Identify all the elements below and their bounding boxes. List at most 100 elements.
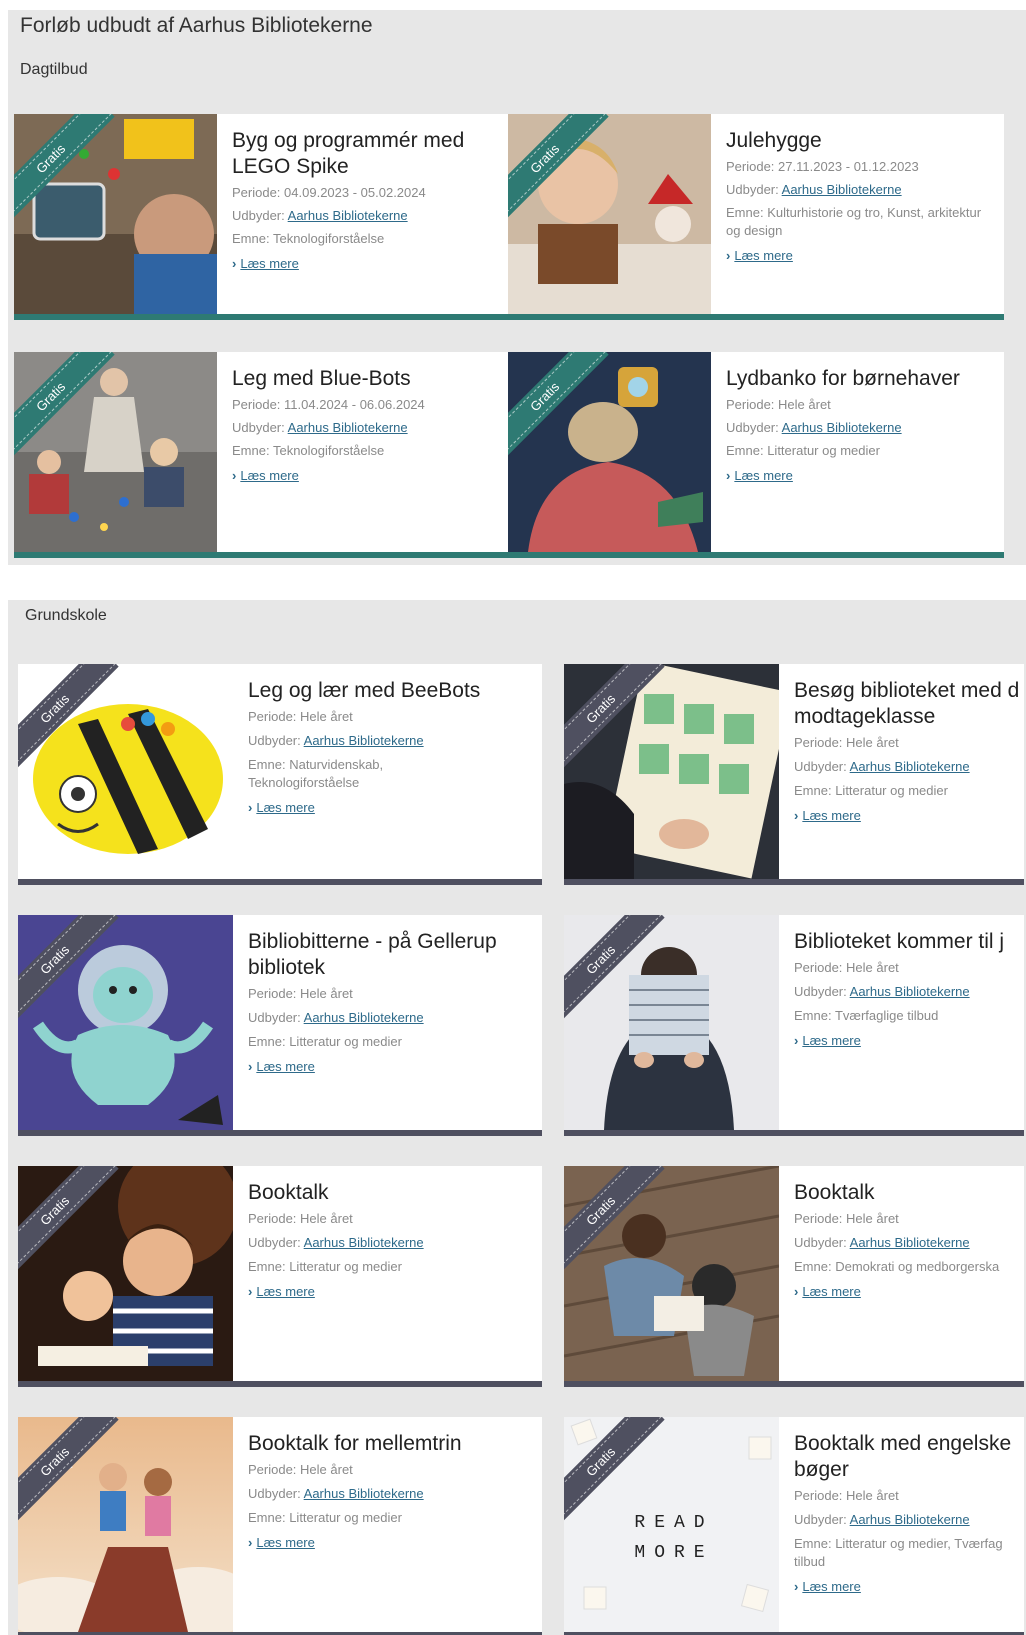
card-accent-bar	[508, 552, 1004, 558]
course-info: Booktalk Periode: Hele året Udbyder: Aar…	[248, 1180, 542, 1299]
course-card[interactable]: READ MORE Gratis Booktalk med engelske b…	[564, 1417, 1024, 1635]
course-meta: Periode: 27.11.2023 - 01.12.2023 Udbyder…	[726, 159, 982, 238]
course-card[interactable]: Gratis Byg og programmér med LEGO Spike …	[14, 114, 510, 320]
card-accent-bar	[564, 879, 1024, 885]
course-periode: 04.09.2023 - 05.02.2024	[284, 185, 426, 200]
chevron-right-icon: ›	[794, 808, 799, 823]
read-more-link[interactable]: Læs mere	[256, 1059, 315, 1074]
course-card[interactable]: Gratis Booktalk for mellemtrin Periode: …	[18, 1417, 542, 1635]
course-title[interactable]: Besøg biblioteket med d modtageklasse	[794, 678, 1024, 730]
read-more-link[interactable]: Læs mere	[240, 468, 299, 483]
chevron-right-icon: ›	[232, 256, 237, 271]
read-more-link[interactable]: Læs mere	[256, 800, 315, 815]
read-more-link[interactable]: Læs mere	[256, 1535, 315, 1550]
read-more-link[interactable]: Læs mere	[734, 468, 793, 483]
section-grundskole: Grundskole Gratis Leg og lær med BeeBots…	[8, 600, 1026, 1635]
course-info: Byg og programmér med LEGO Spike Periode…	[232, 128, 504, 271]
chevron-right-icon: ›	[248, 800, 253, 815]
chevron-right-icon: ›	[248, 1535, 253, 1550]
course-title[interactable]: Byg og programmér med LEGO Spike	[232, 128, 504, 180]
read-more-link[interactable]: Læs mere	[802, 1579, 861, 1594]
section-dagtilbud: Forløb udbudt af Aarhus Bibliotekerne Da…	[8, 10, 1026, 565]
udbyder-link[interactable]: Aarhus Bibliotekerne	[850, 1235, 970, 1250]
course-image: Gratis	[564, 915, 779, 1130]
course-card[interactable]: Gratis Julehygge Periode: 27.11.2023 - 0…	[508, 114, 1004, 320]
udbyder-link[interactable]: Aarhus Bibliotekerne	[850, 984, 970, 999]
course-info: Leg med Blue-Bots Periode: 11.04.2024 - …	[232, 366, 504, 483]
card-accent-bar	[508, 314, 1004, 320]
course-image: Gratis	[508, 114, 711, 314]
udbyder-link[interactable]: Aarhus Bibliotekerne	[782, 420, 902, 435]
course-meta: Periode: Hele året Udbyder: Aarhus Bibli…	[248, 1462, 424, 1525]
chevron-right-icon: ›	[248, 1284, 253, 1299]
course-card[interactable]: Gratis Booktalk Periode: Hele året Udbyd…	[18, 1166, 542, 1387]
course-image: READ MORE Gratis	[564, 1417, 779, 1632]
course-image: Gratis	[14, 352, 217, 552]
udbyder-link[interactable]: Aarhus Bibliotekerne	[304, 1235, 424, 1250]
course-title[interactable]: Leg og lær med BeeBots	[248, 678, 542, 704]
course-card[interactable]: Gratis Leg med Blue-Bots Periode: 11.04.…	[14, 352, 510, 558]
course-emne: Teknologiforståelse	[272, 231, 385, 246]
course-title[interactable]: Booktalk for mellemtrin	[248, 1431, 542, 1457]
page-title: Forløb udbudt af Aarhus Bibliotekerne	[20, 14, 373, 37]
course-title[interactable]: Booktalk	[794, 1180, 1024, 1206]
card-accent-bar	[18, 1381, 542, 1387]
course-info: Booktalk for mellemtrin Periode: Hele år…	[248, 1431, 542, 1550]
udbyder-link[interactable]: Aarhus Bibliotekerne	[304, 1486, 424, 1501]
read-more-link[interactable]: Læs mere	[802, 808, 861, 823]
chevron-right-icon: ›	[794, 1579, 799, 1594]
course-meta: Periode: 04.09.2023 - 05.02.2024 Udbyder…	[232, 185, 426, 246]
udbyder-link[interactable]: Aarhus Bibliotekerne	[304, 733, 424, 748]
course-info: Leg og lær med BeeBots Periode: Hele åre…	[248, 678, 542, 815]
chevron-right-icon: ›	[794, 1033, 799, 1048]
course-info: Bibliobitterne - på Gellerup bibliotek P…	[248, 929, 542, 1074]
section-label: Grundskole	[25, 607, 107, 624]
course-image: Gratis	[18, 1166, 233, 1381]
chevron-right-icon: ›	[726, 248, 731, 263]
course-meta: Periode: Hele året Udbyder: Aarhus Bibli…	[794, 735, 970, 798]
udbyder-link[interactable]: Aarhus Bibliotekerne	[304, 1010, 424, 1025]
udbyder-link[interactable]: Aarhus Bibliotekerne	[288, 208, 408, 223]
course-title[interactable]: Leg med Blue-Bots	[232, 366, 504, 392]
udbyder-link[interactable]: Aarhus Bibliotekerne	[288, 420, 408, 435]
card-accent-bar	[14, 552, 510, 558]
course-info: Lydbanko for børnehaver Periode: Hele år…	[726, 366, 998, 483]
udbyder-link[interactable]: Aarhus Bibliotekerne	[850, 759, 970, 774]
course-image: Gratis	[564, 1166, 779, 1381]
read-more-link[interactable]: Læs mere	[802, 1284, 861, 1299]
course-card[interactable]: Gratis Lydbanko for børnehaver Periode: …	[508, 352, 1004, 558]
course-card[interactable]: Gratis Booktalk Periode: Hele året Udbyd…	[564, 1166, 1024, 1387]
udbyder-link[interactable]: Aarhus Bibliotekerne	[850, 1512, 970, 1527]
course-meta: Periode: 11.04.2024 - 06.06.2024 Udbyder…	[232, 397, 425, 458]
course-card[interactable]: Gratis Bibliobitterne - på Gellerup bibl…	[18, 915, 542, 1136]
course-title[interactable]: Booktalk	[248, 1180, 542, 1206]
section-label: Dagtilbud	[20, 61, 88, 78]
course-info: Julehygge Periode: 27.11.2023 - 01.12.20…	[726, 128, 998, 263]
course-image: Gratis	[18, 664, 233, 879]
course-card[interactable]: Gratis Leg og lær med BeeBots Periode: H…	[18, 664, 542, 885]
card-accent-bar	[18, 879, 542, 885]
course-meta: Periode: Hele året Udbyder: Aarhus Bibli…	[726, 397, 902, 458]
course-info: Booktalk Periode: Hele året Udbyder: Aar…	[794, 1180, 1024, 1299]
course-image: Gratis	[18, 915, 233, 1130]
card-accent-bar	[564, 1381, 1024, 1387]
read-more-link[interactable]: Læs mere	[240, 256, 299, 271]
course-image: Gratis	[564, 664, 779, 879]
chevron-right-icon: ›	[232, 468, 237, 483]
course-meta: Periode: Hele året Udbyder: Aarhus Bibli…	[248, 986, 424, 1049]
card-accent-bar	[18, 1130, 542, 1136]
udbyder-link[interactable]: Aarhus Bibliotekerne	[782, 182, 902, 197]
course-title[interactable]: Biblioteket kommer til j	[794, 929, 1024, 955]
read-more-link[interactable]: Læs mere	[256, 1284, 315, 1299]
course-image: Gratis	[508, 352, 711, 552]
course-card[interactable]: Gratis Besøg biblioteket med d modtagekl…	[564, 664, 1024, 885]
course-title[interactable]: Bibliobitterne - på Gellerup bibliotek	[248, 929, 542, 981]
course-title[interactable]: Lydbanko for børnehaver	[726, 366, 998, 392]
course-card[interactable]: Gratis Biblioteket kommer til j Periode:…	[564, 915, 1024, 1136]
tile-more: MORE	[634, 1543, 713, 1563]
course-title[interactable]: Julehygge	[726, 128, 998, 154]
course-title[interactable]: Booktalk med engelske bøger	[794, 1431, 1024, 1483]
read-more-link[interactable]: Læs mere	[802, 1033, 861, 1048]
course-info: Biblioteket kommer til j Periode: Hele å…	[794, 929, 1024, 1048]
read-more-link[interactable]: Læs mere	[734, 248, 793, 263]
